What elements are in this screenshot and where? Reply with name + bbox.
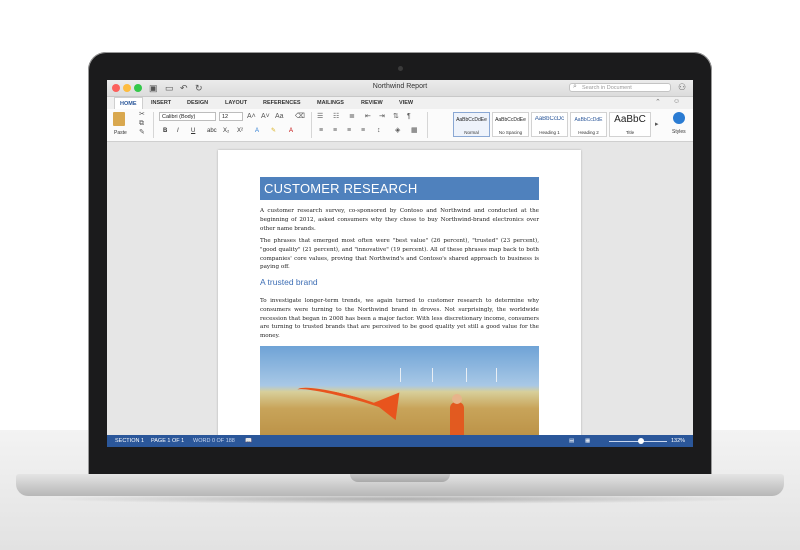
superscript-button[interactable]: X² [237,127,243,135]
title-band: CUSTOMER RESEARCH [260,177,539,200]
style-normal[interactable]: AaBbCcDdEe Normal [453,112,490,137]
paragraph-2[interactable]: The phrases that emerged most often were… [260,237,539,272]
styles-gallery-arrow-icon[interactable]: ▸ [655,121,659,129]
zoom-level[interactable]: 132% [671,435,685,447]
style-name: Title [625,130,635,135]
copy-icon[interactable]: ⧉ [139,120,144,128]
show-formatting-icon[interactable]: ¶ [407,113,411,121]
style-name: No Spacing [498,130,523,135]
paste-icon[interactable] [113,112,125,126]
section-heading[interactable]: A trusted brand [260,277,318,287]
wind-turbine [466,368,467,382]
laptop-notch [350,474,450,482]
separator [427,112,428,138]
status-bar: SECTION 1 PAGE 1 OF 1 WORD 0 OF 188 📖 ▤ … [107,435,693,447]
print-layout-icon[interactable]: ▤ [569,435,574,447]
zoom-slider-thumb[interactable] [637,438,644,444]
style-no-spacing[interactable]: AaBbCcDdEe No Spacing [492,112,529,137]
style-sample: AaBbC [614,114,646,125]
subscript-button[interactable]: X₂ [223,127,229,135]
increase-indent-icon[interactable]: ⇥ [379,113,385,121]
font-size-select[interactable]: 12 [219,112,243,121]
paragraph-3[interactable]: To investigate longer-term trends, we ag… [260,297,539,341]
bullets-icon[interactable]: ☰ [317,113,323,121]
borders-icon[interactable]: ▦ [411,127,418,135]
web-layout-icon[interactable]: ▦ [585,435,590,447]
align-left-icon[interactable]: ≡ [319,127,323,135]
font-name-select[interactable]: Calibri (Body) [159,112,216,121]
bold-button[interactable]: B [163,127,167,135]
style-heading-2[interactable]: AaBbCcDdE Heading 2 [570,112,607,137]
section-indicator[interactable]: SECTION 1 [115,435,144,447]
style-heading-1[interactable]: AaBbCcDc Heading 1 [531,112,568,137]
tab-design[interactable]: DESIGN [187,97,208,109]
style-name: Heading 2 [578,130,599,135]
font-color-icon[interactable]: A [289,127,293,135]
camera [398,66,403,71]
shading-icon[interactable]: ◈ [395,127,400,135]
style-name: Heading 1 [539,130,560,135]
strikethrough-button[interactable]: abc [207,127,217,135]
justify-icon[interactable]: ≡ [361,127,365,135]
tab-review[interactable]: REVIEW [361,97,383,109]
document-canvas[interactable]: CUSTOMER RESEARCH A customer research su… [107,142,693,447]
style-sample: AaBbCcDdE [574,117,603,123]
underline-button[interactable]: U [191,127,195,135]
line-spacing-icon[interactable]: ↕ [377,127,381,135]
multilevel-list-icon[interactable]: ≣ [349,113,355,121]
wind-turbine [400,368,401,382]
tab-mailings[interactable]: MAILINGS [317,97,344,109]
document-heading-title: CUSTOMER RESEARCH [264,181,418,196]
ribbon-tabs: HOME INSERT DESIGN LAYOUT REFERENCES MAI… [107,97,693,109]
shrink-font-icon[interactable]: A˅ [261,113,270,121]
text-effects-icon[interactable]: A [255,127,259,135]
align-center-icon[interactable]: ≡ [333,127,337,135]
tab-insert[interactable]: INSERT [151,97,171,109]
cut-icon[interactable]: ✂ [139,111,145,119]
sort-icon[interactable]: ⇅ [393,113,399,121]
italic-button[interactable]: I [177,127,179,135]
format-painter-icon[interactable]: ✎ [139,129,145,137]
wind-turbine [432,368,433,382]
separator [311,112,312,138]
numbering-icon[interactable]: ☷ [333,113,339,121]
read-mode-icon[interactable]: 📖 [245,435,252,447]
share-icon[interactable]: ⚇ [678,82,686,93]
style-name: Normal [464,130,479,135]
smiley-feedback-icon[interactable]: ☺ [673,98,680,105]
wind-turbine [496,368,497,382]
separator [153,112,154,138]
styles-pane-label: Styles [672,129,686,135]
tab-view[interactable]: VIEW [399,97,413,109]
paragraph-1[interactable]: A customer research survey, co-sponsored… [260,207,539,233]
title-bar: ▣ ▭ ↶ ↻ Northwind Report Search in Docum… [107,80,693,97]
kite-field-photo[interactable] [260,346,539,447]
style-sample: AaBbCcDdEe [495,117,526,123]
ribbon: Paste ✂ ⧉ ✎ Calibri (Body) 12 A˄ A˅ Aa ⌫… [107,109,693,142]
search-input[interactable]: Search in Document [569,83,671,92]
paste-label: Paste [114,130,127,136]
word-window: ▣ ▭ ↶ ↻ Northwind Report Search in Docum… [107,80,693,447]
word-count[interactable]: WORD 0 OF 188 [193,435,235,447]
change-case-icon[interactable]: Aa [275,113,284,121]
collapse-ribbon-icon[interactable]: ⌃ [655,98,661,106]
style-title[interactable]: AaBbC Title [609,112,651,137]
tab-layout[interactable]: LAYOUT [225,97,247,109]
align-right-icon[interactable]: ≡ [347,127,351,135]
tab-references[interactable]: REFERENCES [263,97,301,109]
tab-home[interactable]: HOME [114,97,143,109]
grow-font-icon[interactable]: A˄ [247,113,256,121]
child-head [452,394,462,404]
document-page[interactable]: CUSTOMER RESEARCH A customer research su… [218,150,581,447]
style-sample: AaBbCcDdEe [456,117,487,123]
styles-pane-icon[interactable] [673,112,685,124]
clear-formatting-icon[interactable]: ⌫ [295,113,305,121]
style-sample: AaBbCcDc [534,116,565,122]
highlight-icon[interactable]: ✎ [271,127,276,135]
search-icon: ⌕ [573,83,577,90]
page-indicator[interactable]: PAGE 1 OF 1 [151,435,184,447]
decrease-indent-icon[interactable]: ⇤ [365,113,371,121]
